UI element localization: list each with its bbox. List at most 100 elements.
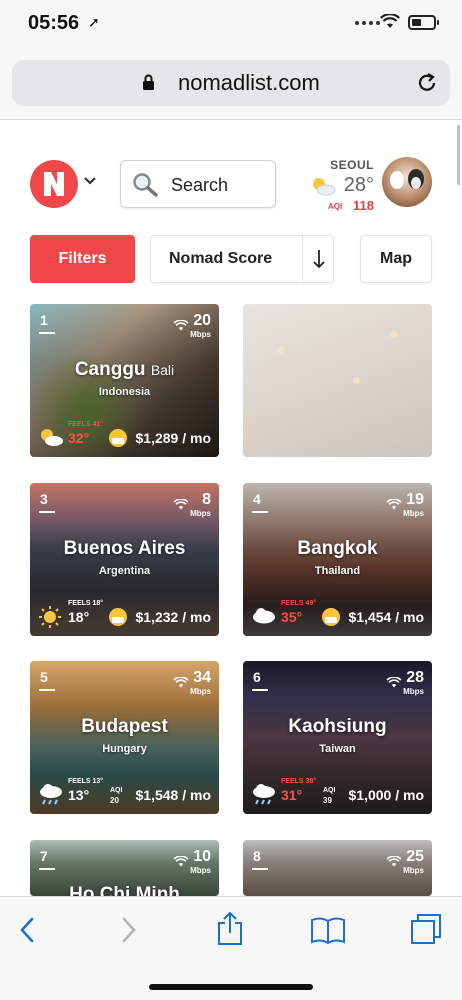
country-name: Argentina: [98, 565, 151, 577]
lock-icon: [143, 74, 154, 90]
search-button[interactable]: Search: [120, 160, 276, 208]
internet-speed: 28: [406, 669, 424, 686]
feels-like: FEELS 38°: [281, 778, 317, 785]
aqi-label: AQI: [110, 787, 123, 794]
status-time: 05:56: [28, 12, 80, 34]
speed-unit: Mbps: [190, 330, 211, 339]
city-card-bangkok[interactable]: 4 19 Mbps Bangkok Thailand FEELS 49° 35°…: [243, 483, 432, 636]
internet-speed: 25: [406, 848, 424, 865]
city-card-buenos-aires[interactable]: 3 8 Mbps Buenos Aires Argentina FEELS 18…: [30, 483, 219, 636]
aqi-value: 39: [323, 796, 332, 805]
temperature: 35°: [281, 609, 303, 625]
nomadlist-logo-icon[interactable]: [30, 160, 78, 208]
masked-face-icon: [109, 429, 127, 447]
city-card-8[interactable]: 8 25 Mbps: [243, 840, 432, 896]
url-field[interactable]: nomadlist.com: [12, 60, 450, 106]
masked-face-icon: [322, 608, 340, 626]
wifi-icon: [386, 677, 402, 688]
feels-like: FEELS 41°: [68, 421, 104, 428]
temperature: 18°: [68, 609, 90, 625]
cost-of-living: $1,289 / mo: [135, 430, 212, 446]
sort-direction-icon[interactable]: [312, 248, 326, 270]
feels-like: FEELS 18°: [68, 600, 104, 607]
city-card-budapest[interactable]: 5 34 Mbps Budapest Hungary FEELS 13° 13°…: [30, 661, 219, 814]
status-bar: 05:56 ➚: [0, 0, 462, 48]
wifi-icon: [173, 499, 189, 510]
internet-speed: 8: [202, 491, 211, 508]
filters-button[interactable]: Filters: [30, 235, 135, 283]
avatar[interactable]: [382, 157, 432, 207]
aqi-value: 118: [353, 198, 374, 213]
internet-speed: 19: [406, 491, 424, 508]
speed-unit: Mbps: [190, 866, 211, 875]
cost-of-living: $1,454 / mo: [348, 609, 425, 625]
back-icon[interactable]: [18, 915, 36, 945]
cost-of-living: $1,232 / mo: [135, 609, 212, 625]
region-name: Bali: [150, 362, 175, 378]
rank-badge: 3: [39, 491, 55, 513]
city-card-ho-chi-minh[interactable]: 7 10 Mbps Ho Chi Minh: [30, 840, 219, 896]
scroll-indicator[interactable]: [457, 125, 460, 185]
city-name: Buenos Aires: [63, 538, 186, 559]
forward-icon[interactable]: [120, 915, 138, 945]
wifi-icon: [386, 856, 402, 867]
aqi-label: AQI: [328, 202, 343, 211]
partly-cloudy-icon: [313, 178, 336, 196]
signal-icon: [355, 21, 380, 25]
search-icon: [133, 173, 158, 197]
internet-speed: 10: [193, 848, 211, 865]
search-label: Search: [171, 175, 229, 195]
sort-button[interactable]: Nomad Score: [150, 235, 334, 283]
browser-address-bar: nomadlist.com: [0, 48, 462, 120]
country-name: Taiwan: [319, 743, 356, 755]
speed-unit: Mbps: [403, 509, 424, 518]
temperature: 31°: [281, 787, 303, 803]
speed-unit: Mbps: [403, 687, 424, 696]
aqi-value: 20: [110, 796, 119, 805]
city-card-canggu[interactable]: 1 20 Mbps Canggu Bali Indonesia FEELS 41…: [30, 304, 219, 457]
aqi-label: AQI: [323, 787, 336, 794]
rain-cloud-icon: [253, 784, 275, 805]
feels-like: FEELS 13°: [68, 778, 104, 785]
speed-unit: Mbps: [190, 509, 211, 518]
internet-speed: 34: [193, 669, 211, 686]
weather-temp: 28°: [343, 174, 374, 196]
cloud-icon: [253, 608, 275, 624]
city-card-kaohsiung[interactable]: 6 28 Mbps Kaohsiung Taiwan FEELS 38° 31°…: [243, 661, 432, 814]
sort-label: Nomad Score: [169, 250, 273, 267]
battery-icon: [408, 15, 439, 30]
url-text: nomadlist.com: [178, 70, 320, 95]
country-name: Indonesia: [98, 386, 151, 398]
local-weather[interactable]: SEOUL 28° AQI 118: [306, 158, 376, 214]
speed-unit: Mbps: [403, 866, 424, 875]
status-wifi-icon: [380, 14, 400, 28]
reload-icon[interactable]: [416, 72, 438, 94]
wifi-icon: [386, 499, 402, 510]
temperature: 13°: [68, 787, 90, 803]
chevron-down-icon[interactable]: [83, 176, 97, 186]
tabs-icon[interactable]: [410, 913, 442, 945]
cost-of-living: $1,000 / mo: [348, 787, 425, 803]
rank-badge: 6: [252, 669, 268, 691]
partly-cloudy-icon: [41, 429, 63, 446]
weather-city: SEOUL: [330, 158, 374, 172]
city-card-loading[interactable]: [243, 304, 432, 457]
rank-badge: 1: [39, 312, 55, 334]
wifi-icon: [173, 320, 189, 331]
masked-face-icon: [109, 608, 127, 626]
country-name: Hungary: [102, 743, 147, 755]
city-name: Kaohsiung: [288, 716, 387, 737]
cost-of-living: $1,548 / mo: [135, 787, 212, 803]
wifi-icon: [173, 677, 189, 688]
rank-badge: 5: [39, 669, 55, 691]
internet-speed: 20: [193, 312, 211, 329]
rank-badge: 8: [252, 848, 268, 870]
bookmarks-icon[interactable]: [310, 915, 346, 945]
city-name: Ho Chi Minh: [69, 884, 180, 896]
rank-badge: 4: [252, 491, 268, 513]
map-button[interactable]: Map: [360, 235, 432, 283]
home-indicator[interactable]: [149, 984, 313, 990]
rank-badge: 7: [39, 848, 55, 870]
share-icon[interactable]: [216, 911, 244, 947]
city-name: Canggu Bali: [74, 359, 175, 380]
